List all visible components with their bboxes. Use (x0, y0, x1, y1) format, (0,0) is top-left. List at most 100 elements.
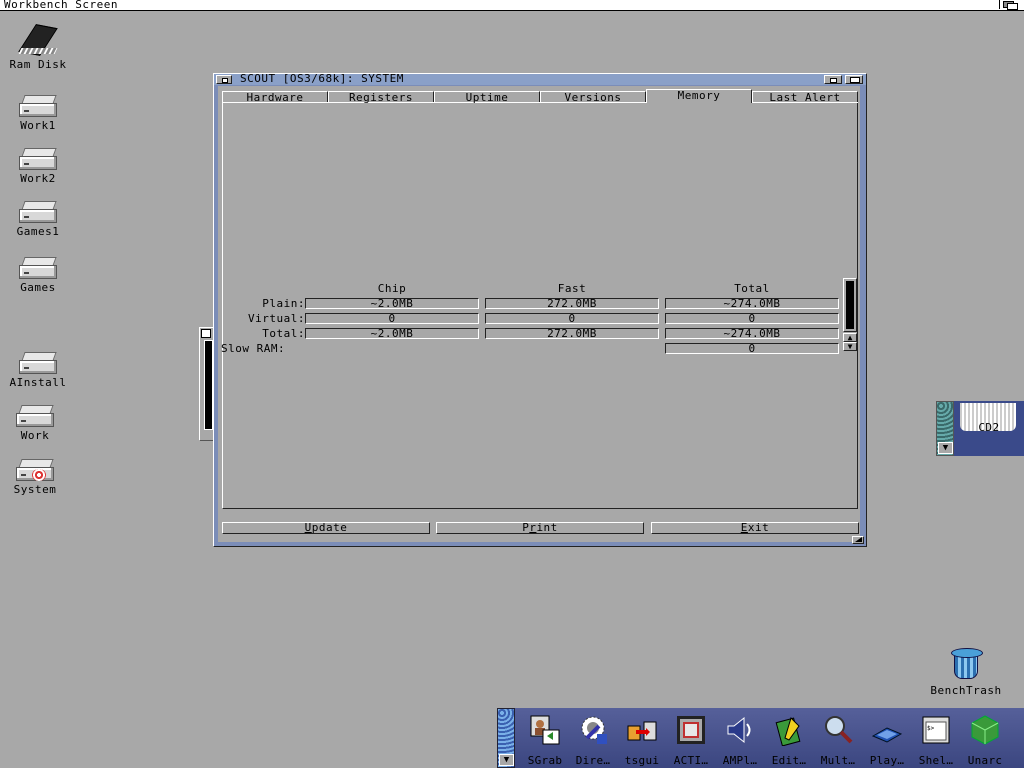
desktop-icon-games1[interactable]: Games1 (0, 201, 76, 238)
column-header-total: Total (734, 282, 770, 295)
desktop-icon-label: Games1 (16, 225, 60, 238)
tab-registers[interactable]: Registers (328, 91, 434, 103)
total-chip-value: ~2.0MB (305, 328, 479, 339)
dock-app-label: tsgui (624, 754, 660, 767)
games-drive-icon (19, 257, 57, 279)
ram-disk-icon (16, 22, 60, 56)
desktop-icon-work2[interactable]: Work2 (0, 148, 76, 185)
exit-hotkey: E (740, 521, 748, 534)
scroll-down-icon[interactable]: ▼ (843, 342, 857, 351)
window-content: Hardware Registers Uptime Versions Memor… (218, 86, 860, 542)
close-icon[interactable] (201, 329, 211, 338)
dock-drag-strip[interactable]: ▼ (497, 708, 515, 768)
svg-text:$>: $> (927, 725, 935, 732)
multiview-icon (825, 716, 853, 744)
desktop-icon-games[interactable]: Games (0, 257, 76, 294)
resize-icon[interactable] (852, 536, 864, 544)
work1-drive-icon (19, 95, 57, 117)
plain-fast-value: 272.0MB (485, 298, 659, 309)
tab-memory[interactable]: Memory (646, 89, 752, 103)
unarc-icon (971, 715, 999, 745)
desktop-icon-system[interactable]: System (0, 459, 73, 496)
update-button[interactable]: Update (222, 522, 430, 534)
dock-app-tsgui[interactable]: tsgui (618, 708, 666, 768)
dock-app-label: ACTI… (673, 754, 709, 767)
background-window-scrollbar[interactable] (204, 340, 213, 430)
desktop-icon-label: Games (20, 281, 56, 294)
window-title: SCOUT [OS3/68k]: SYSTEM (240, 72, 404, 85)
work-drive-icon (16, 405, 54, 427)
memory-scrollbar[interactable] (843, 278, 857, 332)
dock-app-unarc[interactable]: Unarc (961, 708, 1009, 768)
desktop-icon-label: Work2 (20, 172, 56, 185)
dock-app-directory-opus[interactable]: Dire… (569, 708, 617, 768)
desktop-icon-label: System (13, 483, 57, 496)
close-icon[interactable] (216, 75, 232, 84)
cd2-gadget[interactable]: ▼ CD2 (936, 401, 1024, 456)
row-label-virtual: Virtual: (248, 312, 305, 325)
memory-panel: Chip Fast Total Plain: ~2.0MB 272.0MB ~2… (221, 103, 858, 509)
tab-last-alert[interactable]: Last Alert (752, 91, 858, 103)
dock-app-sgrab[interactable]: SGrab (521, 708, 569, 768)
dock-app-label: Play… (869, 754, 905, 767)
row-label-plain: Plain: (262, 297, 305, 310)
plain-chip-value: ~2.0MB (305, 298, 479, 309)
ainstall-drive-icon (19, 352, 57, 374)
chevron-down-icon[interactable]: ▼ (499, 754, 514, 766)
screen-title: Workbench Screen (4, 0, 118, 11)
dock-app-shell[interactable]: $> Shel… (912, 708, 960, 768)
dock-app-multiview[interactable]: Mult… (814, 708, 862, 768)
tab-uptime[interactable]: Uptime (434, 91, 540, 103)
shell-icon: $> (922, 716, 950, 744)
dock-app-player[interactable]: Play… (863, 708, 911, 768)
tab-versions[interactable]: Versions (540, 91, 646, 103)
editor-icon (775, 717, 801, 746)
scrollbar-knob[interactable] (846, 281, 854, 329)
row-label-total: Total: (262, 327, 305, 340)
desktop-icon-work[interactable]: Work (0, 405, 73, 442)
cd2-drag-strip[interactable]: ▼ (936, 401, 954, 456)
exit-button[interactable]: Exit (651, 522, 859, 534)
exit-label: xit (747, 521, 770, 534)
scroll-up-icon[interactable]: ▲ (843, 333, 857, 342)
column-header-fast: Fast (557, 282, 587, 295)
dock-app-label: Unarc (967, 754, 1003, 767)
tab-hardware[interactable]: Hardware (222, 91, 328, 103)
chevron-down-icon[interactable]: ▼ (938, 442, 953, 454)
trash-icon (951, 648, 983, 682)
depth-icon[interactable] (845, 75, 863, 84)
scout-window[interactable]: SCOUT [OS3/68k]: SYSTEM Hardware Registe… (213, 72, 867, 547)
dock-app-amplifier[interactable]: AMPl… (716, 708, 764, 768)
desktop-icon-work1[interactable]: Work1 (0, 95, 76, 132)
actions-icon (677, 716, 705, 744)
print-button[interactable]: Print (436, 522, 644, 534)
trash-label: BenchTrash (930, 684, 1002, 697)
games1-drive-icon (19, 201, 57, 223)
cd2-label: CD2 (978, 421, 1000, 434)
dock-app-actions[interactable]: ACTI… (667, 708, 715, 768)
sgrab-icon (530, 715, 560, 745)
desktop-icon-trash[interactable]: BenchTrash (924, 648, 1008, 697)
cd2-pane[interactable]: CD2 (954, 401, 1024, 456)
window-title-bar[interactable]: SCOUT [OS3/68k]: SYSTEM (214, 72, 866, 85)
total-fast-value: 272.0MB (485, 328, 659, 339)
update-label: pdate (311, 521, 348, 534)
screen-depth-gadget[interactable] (999, 0, 1020, 10)
tab-bar: Hardware Registers Uptime Versions Memor… (222, 89, 858, 103)
dock-app-label: AMPl… (722, 754, 758, 767)
update-hotkey: U (304, 521, 312, 534)
row-label-slow-ram: Slow RAM: (221, 342, 286, 355)
tsgui-icon (627, 721, 657, 741)
column-header-chip: Chip (377, 282, 407, 295)
desktop-icon-ainstall[interactable]: AInstall (0, 352, 76, 389)
desktop-icon-ram-disk[interactable]: Ram Disk (0, 22, 76, 71)
virtual-total-value: 0 (665, 313, 839, 324)
dock-app-label: SGrab (527, 754, 563, 767)
dock-app-editor[interactable]: Edit… (765, 708, 813, 768)
zoom-icon[interactable] (824, 75, 842, 84)
work2-drive-icon (19, 148, 57, 170)
desktop-icon-label: Ram Disk (9, 58, 67, 71)
virtual-chip-value: 0 (305, 313, 479, 324)
tab-label: Memory (677, 89, 721, 102)
slow-ram-total-value: 0 (665, 343, 839, 354)
